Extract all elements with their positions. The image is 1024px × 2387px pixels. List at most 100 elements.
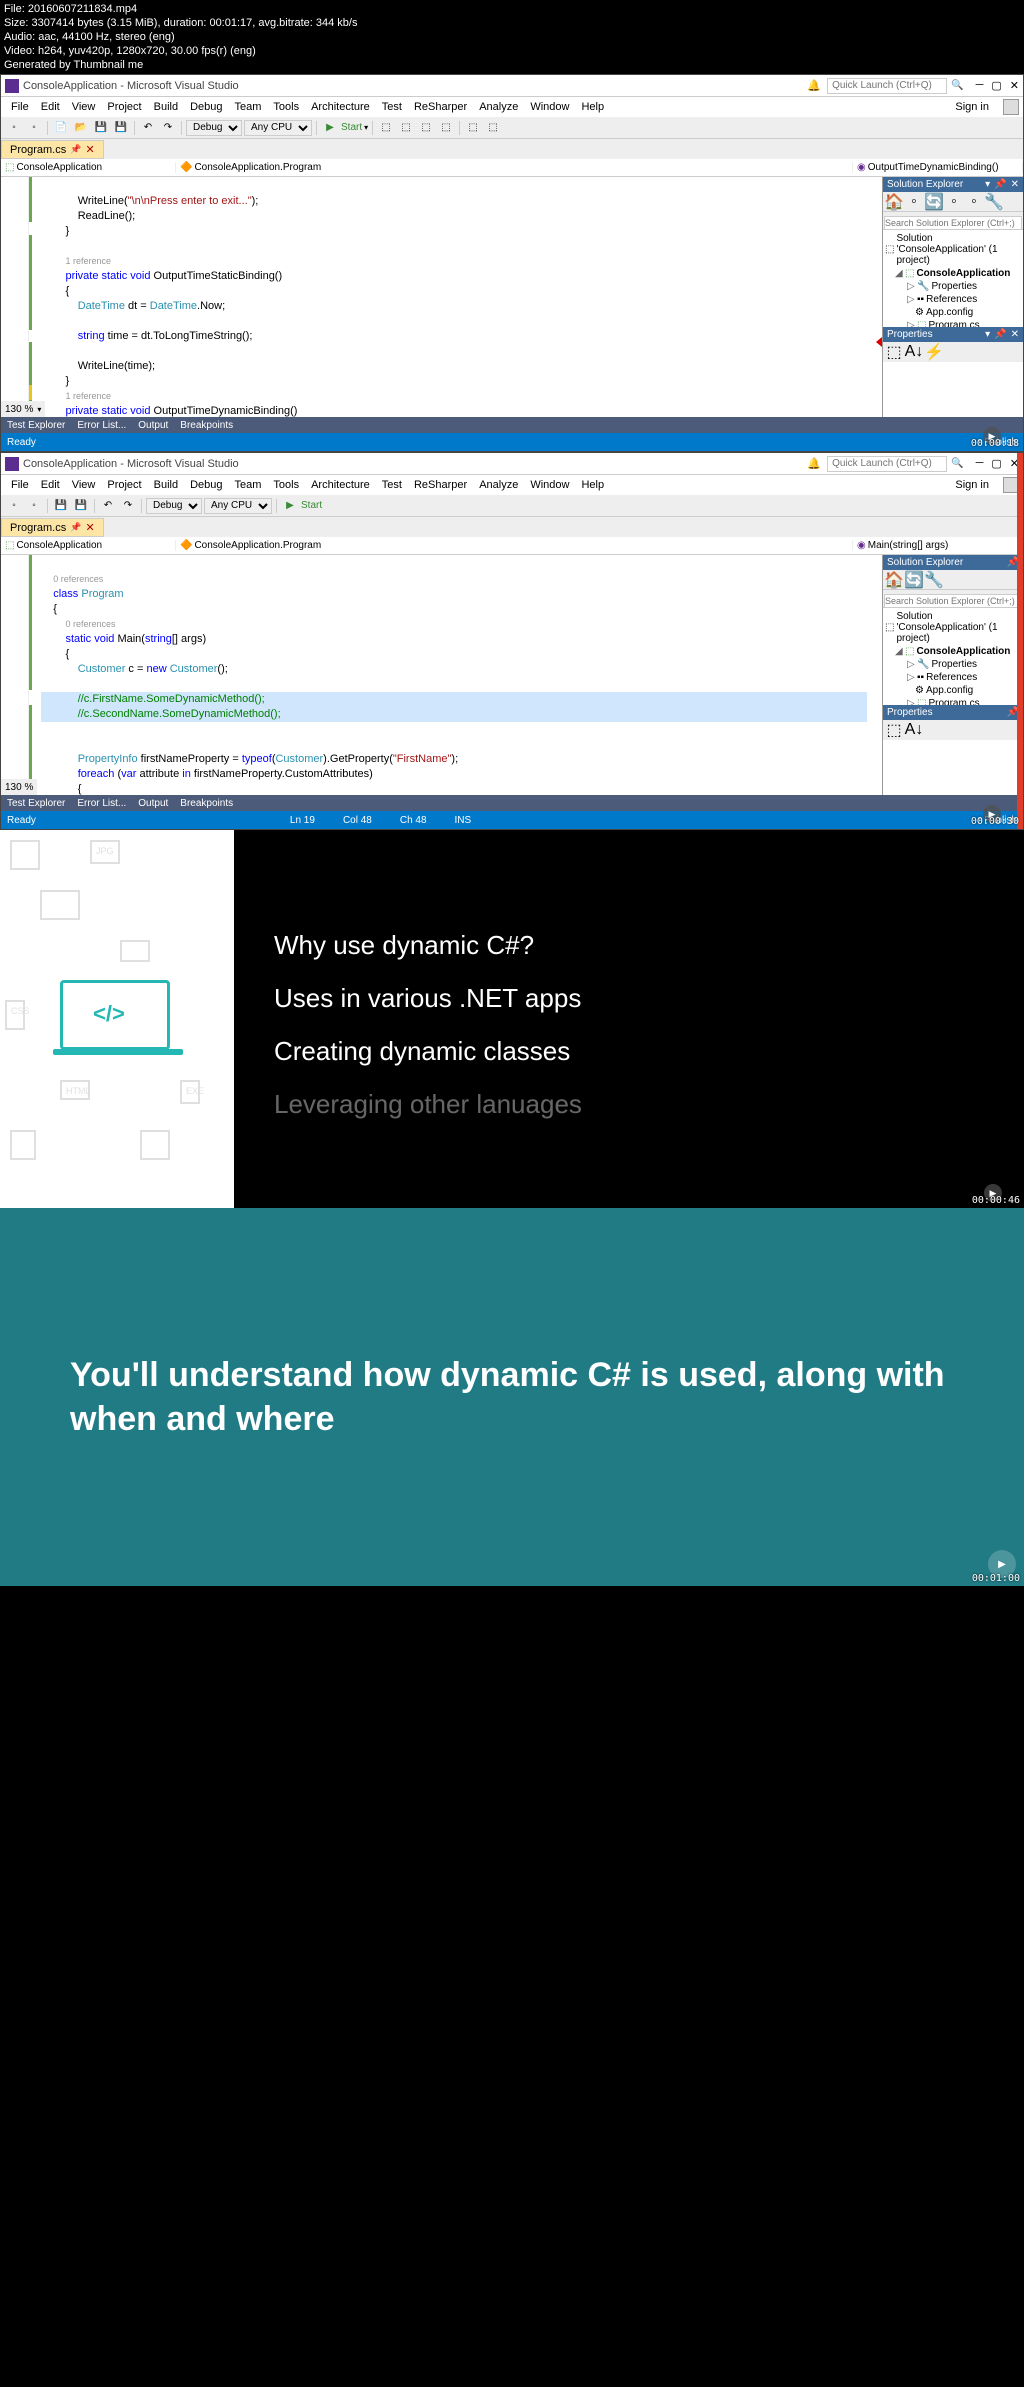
- menu-test[interactable]: Test: [376, 479, 408, 491]
- zoom-level[interactable]: 130 %▾: [1, 401, 45, 417]
- menu-architecture[interactable]: Architecture: [305, 479, 376, 491]
- tree-appconfig[interactable]: ⚙App.config: [885, 684, 1021, 697]
- tree-project[interactable]: ◢ ⬚ ConsoleApplication: [885, 267, 1021, 280]
- menu-analyze[interactable]: Analyze: [473, 101, 524, 113]
- tree-appconfig[interactable]: ⚙ App.config: [885, 306, 1021, 319]
- tree-solution[interactable]: ⬚Solution 'ConsoleApplication' (1 projec…: [885, 610, 1021, 645]
- close-button[interactable]: ✕: [1010, 79, 1019, 92]
- tab-program-cs[interactable]: Program.cs 📌 ✕: [1, 518, 104, 537]
- nav-fwd-button[interactable]: ◦: [25, 119, 43, 137]
- events-icon[interactable]: ⚡: [925, 343, 943, 361]
- redo-button[interactable]: ↷: [119, 497, 137, 515]
- menu-build[interactable]: Build: [148, 101, 184, 113]
- undo-button[interactable]: ↶: [99, 497, 117, 515]
- tab-test-explorer[interactable]: Test Explorer: [1, 420, 71, 431]
- tree-properties[interactable]: ▷🔧Properties: [885, 658, 1021, 671]
- tab-test-explorer[interactable]: Test Explorer: [1, 798, 71, 809]
- tab-close-icon[interactable]: ✕: [85, 143, 94, 156]
- code-editor[interactable]: 0 references class Program { 0 reference…: [1, 555, 883, 795]
- home-icon[interactable]: 🏠: [885, 193, 903, 211]
- save-button[interactable]: 💾: [92, 119, 110, 137]
- search-icon[interactable]: 🔍: [951, 458, 963, 469]
- menu-help[interactable]: Help: [575, 101, 610, 113]
- code-editor[interactable]: WriteLine("\n\nPress enter to exit...");…: [1, 177, 883, 417]
- close-icon[interactable]: ✕: [1011, 179, 1019, 190]
- start-button[interactable]: ▶: [321, 119, 339, 137]
- menu-view[interactable]: View: [66, 101, 102, 113]
- tab-output[interactable]: Output: [132, 420, 174, 431]
- tab-breakpoints[interactable]: Breakpoints: [174, 420, 239, 431]
- menu-debug[interactable]: Debug: [184, 101, 228, 113]
- tb-icon[interactable]: ⬚: [464, 119, 482, 137]
- save-all-button[interactable]: 💾: [72, 497, 90, 515]
- expand-icon[interactable]: ▷: [907, 281, 915, 292]
- tab-pin-icon[interactable]: 📌: [70, 522, 81, 533]
- categorize-icon[interactable]: ⬚: [885, 343, 903, 361]
- tree-program-cs[interactable]: ▷ ⬚ Program.cs: [885, 319, 1021, 327]
- notification-icon[interactable]: 🔔: [807, 457, 821, 470]
- tab-program-cs[interactable]: Program.cs 📌 ✕: [1, 140, 104, 159]
- menu-debug[interactable]: Debug: [184, 479, 228, 491]
- tree-solution[interactable]: ⬚ Solution 'ConsoleApplication' (1 proje…: [885, 232, 1021, 267]
- maximize-button[interactable]: ▢: [991, 79, 1001, 92]
- menu-window[interactable]: Window: [524, 101, 575, 113]
- menu-edit[interactable]: Edit: [35, 479, 66, 491]
- solution-tree[interactable]: ⬚Solution 'ConsoleApplication' (1 projec…: [883, 608, 1023, 705]
- save-all-button[interactable]: 💾: [112, 119, 130, 137]
- properties-grid[interactable]: [883, 740, 1023, 795]
- dropdown-icon[interactable]: ▾: [985, 179, 990, 190]
- menu-resharper[interactable]: ReSharper: [408, 479, 473, 491]
- home-icon[interactable]: 🏠: [885, 571, 903, 589]
- redo-button[interactable]: ↷: [159, 119, 177, 137]
- menu-team[interactable]: Team: [229, 479, 268, 491]
- platform-select[interactable]: Any CPU: [204, 498, 272, 514]
- menu-file[interactable]: File: [5, 479, 35, 491]
- pin-icon[interactable]: 📌: [994, 329, 1006, 340]
- sign-in-link[interactable]: Sign in: [949, 479, 995, 491]
- tree-references[interactable]: ▷ ▪▪ References: [885, 293, 1021, 306]
- refresh-icon[interactable]: 🔄: [925, 193, 943, 211]
- menu-resharper[interactable]: ReSharper: [408, 101, 473, 113]
- dropdown-icon[interactable]: ▾: [985, 329, 990, 340]
- menu-tools[interactable]: Tools: [267, 101, 305, 113]
- collapse-icon[interactable]: ◢: [895, 268, 903, 279]
- menu-help[interactable]: Help: [575, 479, 610, 491]
- zoom-level[interactable]: 130 %: [1, 779, 37, 795]
- quick-launch-input[interactable]: [827, 78, 947, 94]
- user-avatar-icon[interactable]: [1003, 99, 1019, 115]
- menu-tools[interactable]: Tools: [267, 479, 305, 491]
- menu-build[interactable]: Build: [148, 479, 184, 491]
- tab-output[interactable]: Output: [132, 798, 174, 809]
- tb-icon[interactable]: ⬚: [484, 119, 502, 137]
- tab-error-list[interactable]: Error List...: [71, 798, 132, 809]
- maximize-button[interactable]: ▢: [991, 457, 1001, 470]
- menu-team[interactable]: Team: [229, 101, 268, 113]
- tab-close-icon[interactable]: ✕: [85, 521, 94, 534]
- tree-properties[interactable]: ▷ 🔧 Properties: [885, 280, 1021, 293]
- bc-project[interactable]: ⬚ ConsoleApplication: [1, 162, 176, 173]
- tree-program-cs[interactable]: ▷⬚Program.cs: [885, 697, 1021, 705]
- sign-in-link[interactable]: Sign in: [949, 101, 995, 113]
- menu-window[interactable]: Window: [524, 479, 575, 491]
- bc-class[interactable]: 🔶 ConsoleApplication.Program: [176, 540, 853, 551]
- alpha-icon[interactable]: A↓: [905, 343, 923, 361]
- menu-test[interactable]: Test: [376, 101, 408, 113]
- properties-grid[interactable]: [883, 362, 1023, 417]
- config-select[interactable]: Debug: [146, 498, 202, 514]
- menu-view[interactable]: View: [66, 479, 102, 491]
- tb-icon[interactable]: ⬚: [377, 119, 395, 137]
- menu-project[interactable]: Project: [101, 101, 147, 113]
- undo-button[interactable]: ↶: [139, 119, 157, 137]
- menu-analyze[interactable]: Analyze: [473, 479, 524, 491]
- nav-back-button[interactable]: ◦: [5, 497, 23, 515]
- open-button[interactable]: 📂: [72, 119, 90, 137]
- alpha-icon[interactable]: A↓: [905, 721, 923, 739]
- bc-class[interactable]: 🔶 ConsoleApplication.Program: [176, 162, 853, 173]
- start-button[interactable]: ▶: [281, 497, 299, 515]
- menu-project[interactable]: Project: [101, 479, 147, 491]
- nav-fwd-button[interactable]: ◦: [25, 497, 43, 515]
- start-label[interactable]: Start: [301, 500, 322, 511]
- notification-icon[interactable]: 🔔: [807, 79, 821, 92]
- new-button[interactable]: 📄: [52, 119, 70, 137]
- tab-pin-icon[interactable]: 📌: [70, 144, 81, 155]
